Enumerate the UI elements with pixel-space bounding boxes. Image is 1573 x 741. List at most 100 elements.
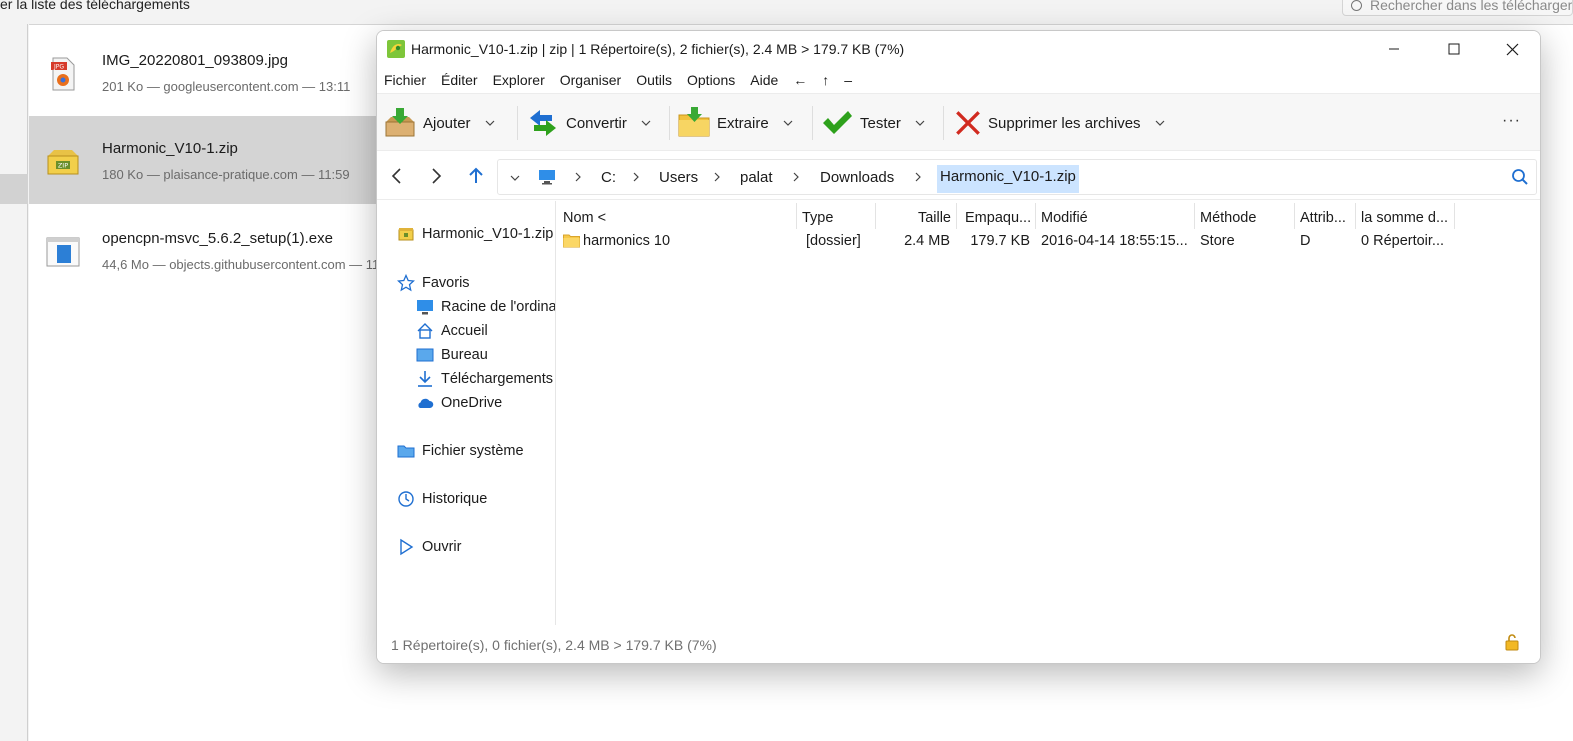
breadcrumb-archive[interactable]: Harmonic_V10-1.zip (937, 165, 1079, 193)
row-attributes: D (1300, 233, 1311, 249)
breadcrumb-user[interactable]: palat (740, 169, 773, 186)
chevron-right-icon (633, 172, 639, 182)
delete-x-icon (956, 111, 980, 135)
menu-editer[interactable]: Éditer (441, 72, 478, 88)
add-label: Ajouter (423, 114, 471, 132)
menu-options[interactable]: Options (687, 72, 735, 88)
sidebar-item-label: Fichier système (422, 443, 524, 459)
add-button[interactable]: Ajouter (383, 104, 495, 142)
maximize-button[interactable] (1426, 31, 1482, 67)
menu-fichier[interactable]: Fichier (384, 72, 426, 88)
download-item-zip[interactable]: ZIP Harmonic_V10-1.zip 180 Ko — plaisanc… (29, 116, 429, 204)
breadcrumb-downloads[interactable]: Downloads (820, 169, 894, 186)
sidebar-item-label: Bureau (441, 347, 488, 363)
sidebar-item-label: Racine de l'ordina (441, 299, 555, 315)
breadcrumb-users[interactable]: Users (659, 169, 698, 186)
extract-button[interactable]: Extraire (677, 104, 793, 142)
up-arrow-icon[interactable] (465, 165, 487, 187)
sidebar-item-open[interactable]: Ouvrir (397, 536, 555, 558)
unlock-icon[interactable] (1503, 633, 1521, 651)
chevron-right-icon (714, 172, 720, 182)
sidebar-item-onedrive[interactable]: OneDrive (416, 392, 555, 414)
archive-window: Harmonic_V10-1.zip | zip | 1 Répertoire(… (376, 30, 1541, 664)
download-icon (418, 371, 432, 387)
search-placeholder: Rechercher dans les téléchargements (1370, 0, 1572, 13)
browser-side-strip (0, 24, 28, 741)
downloads-search-input[interactable]: Rechercher dans les téléchargements (1342, 0, 1573, 16)
page-title: er la liste des téléchargements (0, 0, 190, 12)
close-button[interactable] (1484, 31, 1540, 67)
path-box[interactable]: C: Users palat Downloads Harmonic_V10-1.… (497, 159, 1537, 195)
title-bar[interactable]: Harmonic_V10-1.zip | zip | 1 Répertoire(… (377, 31, 1540, 67)
app-logo-icon (387, 40, 405, 58)
test-button[interactable]: Tester (820, 104, 925, 142)
convert-button[interactable]: Convertir (526, 104, 651, 142)
minimize-icon (1389, 48, 1399, 50)
desktop-icon (416, 348, 434, 362)
menu-explorer[interactable]: Explorer (493, 72, 545, 88)
sidebar-item-label: Accueil (441, 323, 488, 339)
menu-outils[interactable]: Outils (636, 72, 672, 88)
sidebar-item-desktop[interactable]: Bureau (416, 344, 555, 366)
table-row[interactable]: harmonics 10 [dossier] 2.4 MB 179.7 KB 2… (557, 201, 1540, 257)
download-name: opencpn-msvc_5.6.2_setup(1).exe (102, 230, 333, 247)
sidebar-item-history[interactable]: Historique (397, 488, 555, 510)
download-item-exe[interactable]: opencpn-msvc_5.6.2_setup(1).exe 44,6 Mo … (29, 206, 429, 294)
row-checksum: 0 Répertoir... (1361, 233, 1445, 249)
window-title: Harmonic_V10-1.zip | zip | 1 Répertoire(… (411, 41, 905, 57)
download-name: IMG_20220801_093809.jpg (102, 52, 288, 69)
sidebar-item-archive[interactable]: Harmonic_V10-1.zip (397, 223, 555, 245)
row-packed: 179.7 KB (970, 233, 1030, 249)
sidebar-item-label: Ouvrir (422, 539, 462, 555)
chevron-right-icon (915, 172, 921, 182)
sidebar-item-label: Harmonic_V10-1.zip (422, 226, 554, 242)
toolbar-separator (812, 106, 813, 140)
extract-folder-icon (678, 107, 710, 137)
address-bar: C: Users palat Downloads Harmonic_V10-1.… (377, 152, 1540, 200)
back-arrow-icon[interactable] (386, 165, 408, 187)
computer-icon (417, 300, 433, 315)
menu-back-arrow[interactable]: ← (793, 72, 807, 88)
chevron-down-icon (783, 120, 793, 126)
menu-up-arrow[interactable]: ↑ (822, 72, 829, 88)
row-type: [dossier] (806, 233, 861, 249)
menu-organiser[interactable]: Organiser (560, 72, 621, 88)
chevron-down-icon[interactable] (510, 173, 520, 183)
extract-label: Extraire (717, 114, 769, 132)
delete-archives-button[interactable]: Supprimer les archives (954, 104, 1165, 142)
svg-text:JPG: JPG (53, 64, 64, 71)
chevron-right-icon (575, 172, 581, 182)
sidebar-item-home[interactable]: Accueil (416, 320, 555, 342)
svg-text:ZIP: ZIP (58, 162, 68, 170)
convert-label: Convertir (566, 114, 627, 132)
chevron-down-icon (1155, 120, 1164, 126)
minimize-button[interactable] (1366, 31, 1422, 67)
sidebar-item-computer-root[interactable]: Racine de l'ordina (416, 296, 555, 318)
cloud-icon (418, 398, 434, 408)
sidebar-item-label: Favoris (422, 275, 470, 291)
breadcrumb-drive[interactable]: C: (601, 169, 616, 186)
sidebar-item-downloads[interactable]: Téléchargements (416, 368, 555, 390)
jpg-file-icon: JPG (51, 57, 75, 91)
row-method: Store (1200, 233, 1235, 249)
toolbar-separator (517, 106, 518, 140)
forward-arrow-icon[interactable] (425, 165, 447, 187)
chevron-down-icon (641, 120, 651, 126)
menu-dash[interactable]: – (844, 72, 852, 88)
menu-bar: Fichier Éditer Explorer Organiser Outils… (377, 67, 1540, 93)
download-meta: 44,6 Mo — objects.githubusercontent.com … (102, 257, 391, 272)
search-icon[interactable] (1511, 168, 1529, 186)
sidebar-item-favorites[interactable]: Favoris (397, 272, 555, 294)
toolbar: Ajouter Convertir Extraire Tester Suppri… (377, 93, 1540, 151)
file-list: Nom < Type Taille Empaqu... Modifié Méth… (557, 201, 1540, 625)
menu-aide[interactable]: Aide (750, 72, 778, 88)
history-icon (398, 491, 414, 507)
test-label: Tester (860, 114, 901, 132)
row-size: 2.4 MB (904, 233, 950, 249)
more-options-button[interactable]: ··· (1502, 112, 1521, 130)
sidebar-item-filesystem[interactable]: Fichier système (397, 440, 555, 462)
sidebar-item-label: OneDrive (441, 395, 503, 411)
chevron-right-icon (793, 172, 799, 182)
close-icon (1506, 43, 1518, 55)
download-item-jpg[interactable]: JPG IMG_20220801_093809.jpg 201 Ko — goo… (29, 28, 429, 116)
